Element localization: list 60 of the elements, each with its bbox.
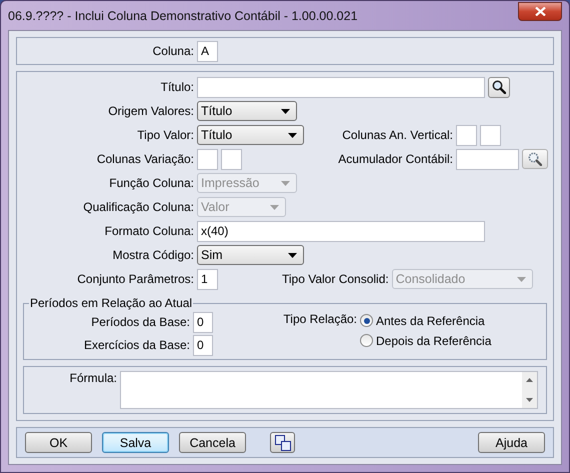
field-label: Conjunto Parâmetros: (76, 272, 194, 286)
field-label: Coluna: (152, 44, 194, 58)
field-label: Origem Valores: (107, 104, 194, 118)
caret-icon (281, 180, 290, 186)
field-label: Mostra Código: (112, 248, 194, 262)
dropdown[interactable]: Sim (197, 245, 304, 265)
overlapping-squares-icon (274, 434, 290, 450)
radio-circle[interactable] (360, 334, 373, 347)
scroll-down-icon[interactable] (526, 398, 533, 402)
dialog-button[interactable]: Salva (102, 432, 169, 453)
translate-button[interactable] (270, 432, 295, 453)
input-field[interactable]: x(40) (197, 220, 485, 242)
search-icon (492, 80, 506, 94)
dropdown[interactable]: Título (197, 125, 304, 145)
field-label: Função Coluna: (108, 176, 194, 190)
field-label: Qualificação Coluna: (82, 200, 194, 214)
field-label: Colunas An. Vertical: (341, 128, 453, 142)
field-label: Acumulador Contábil: (337, 152, 453, 166)
radio-button[interactable]: Depois da Referência (360, 332, 492, 349)
field-label: Título: (160, 80, 194, 94)
dialog-button[interactable]: OK (25, 432, 92, 453)
field-label: Exercícios da Base: (82, 338, 190, 352)
input-field[interactable] (221, 148, 242, 170)
dropdown[interactable]: Título (197, 101, 297, 121)
caret-icon (270, 204, 279, 210)
input-field[interactable] (197, 148, 218, 170)
close-button[interactable] (518, 2, 562, 20)
input-field[interactable]: 0 (193, 334, 213, 356)
group-title: Períodos em Relação ao Atual (29, 296, 194, 310)
field-label: Fórmula: (68, 371, 117, 385)
input-field[interactable] (480, 124, 501, 146)
search-icon (528, 152, 542, 166)
field-label: Tipo Relação: (282, 312, 357, 326)
search-button[interactable] (522, 149, 548, 169)
caret-icon (281, 108, 290, 114)
input-field[interactable] (197, 76, 485, 98)
radio-label: Antes da Referência (376, 314, 485, 328)
input-field[interactable]: A (197, 40, 218, 62)
field-label: Formato Coluna: (104, 224, 194, 238)
search-button[interactable] (488, 76, 510, 98)
radio-label: Depois da Referência (376, 334, 492, 348)
input-field[interactable] (456, 124, 477, 146)
radio-circle[interactable] (360, 314, 373, 327)
window-title: 06.9.???? - Inclui Coluna Demonstrativo Contábil - 1.00.00.021 (8, 8, 358, 22)
dialog-button[interactable]: Cancela (179, 432, 246, 453)
caret-icon (288, 252, 297, 258)
radio-button[interactable]: Antes da Referência (360, 312, 492, 329)
caret-icon (516, 276, 526, 282)
input-field[interactable]: 1 (197, 268, 218, 290)
input-field[interactable]: 0 (193, 312, 213, 332)
field-label: Colunas Variação: (96, 152, 194, 166)
field-label: Períodos da Base: (90, 315, 190, 329)
scrollbar[interactable] (522, 372, 537, 408)
scroll-up-icon[interactable] (526, 378, 533, 382)
caret-icon (288, 132, 297, 138)
close-icon (534, 6, 546, 16)
field-label: Tipo Valor Consolid: (282, 272, 389, 286)
input-field[interactable] (456, 148, 519, 170)
field-label: Tipo Valor: (136, 128, 194, 142)
help-button[interactable]: Ajuda (478, 432, 545, 453)
